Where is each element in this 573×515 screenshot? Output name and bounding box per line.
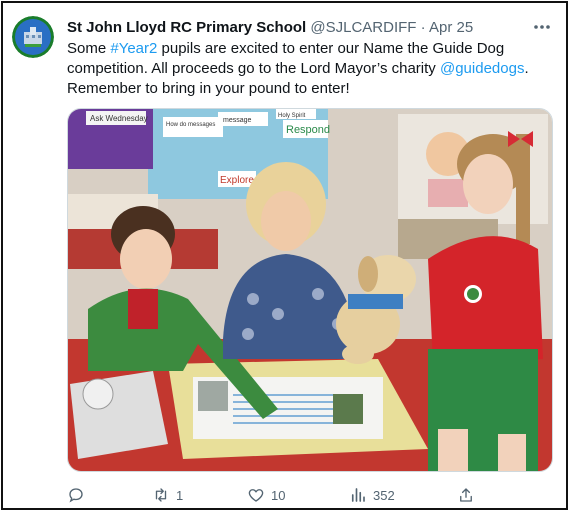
tweet-text-part: Some <box>67 40 111 57</box>
separator-dot: · <box>420 19 426 36</box>
author-name[interactable]: St John Lloyd RC Primary School <box>67 19 306 36</box>
tweet-header: St John Lloyd RC Primary School @SJLCARD… <box>67 18 556 38</box>
views-count: 352 <box>373 487 395 503</box>
photo-label-message: message <box>223 117 252 124</box>
views-bar-chart-icon <box>351 488 365 502</box>
tweet-text: Some #Year2 pupils are excited to enter … <box>67 39 547 99</box>
heart-icon <box>248 489 264 502</box>
avatar[interactable] <box>12 16 54 58</box>
tweet-date[interactable]: Apr 25 <box>429 19 473 36</box>
retweet-count: 1 <box>176 487 184 503</box>
tweet-card[interactable]: St John Lloyd RC Primary School @SJLCARD… <box>1 1 568 510</box>
share-button[interactable] <box>457 484 481 506</box>
share-icon <box>460 488 472 502</box>
retweet-icon <box>155 488 167 502</box>
more-horizontal-icon[interactable] <box>532 17 552 37</box>
author-handle[interactable]: @SJLCARDIFF <box>310 19 416 36</box>
retweet-button[interactable]: 1 <box>152 484 183 506</box>
reply-icon <box>69 488 83 503</box>
like-count: 10 <box>271 487 286 503</box>
like-button[interactable]: 10 <box>247 484 285 506</box>
hashtag-link[interactable]: #Year2 <box>110 40 157 57</box>
reply-button[interactable] <box>67 484 91 506</box>
mention-link[interactable]: @guidedogs <box>440 60 524 77</box>
photo-label-explore: Explore <box>220 175 254 186</box>
tweet-photo[interactable]: Ask Wednesday How do messages message Ho… <box>67 108 553 472</box>
tweet-actions: 1 10 352 <box>67 484 487 506</box>
photo-label-respond: Respond <box>286 124 330 136</box>
photo-label-holy: Holy Spirit <box>278 113 306 119</box>
photo-label-how: How do messages <box>166 122 215 128</box>
views-button[interactable]: 352 <box>349 484 395 506</box>
photo-label-ask: Ask Wednesday <box>90 114 148 123</box>
